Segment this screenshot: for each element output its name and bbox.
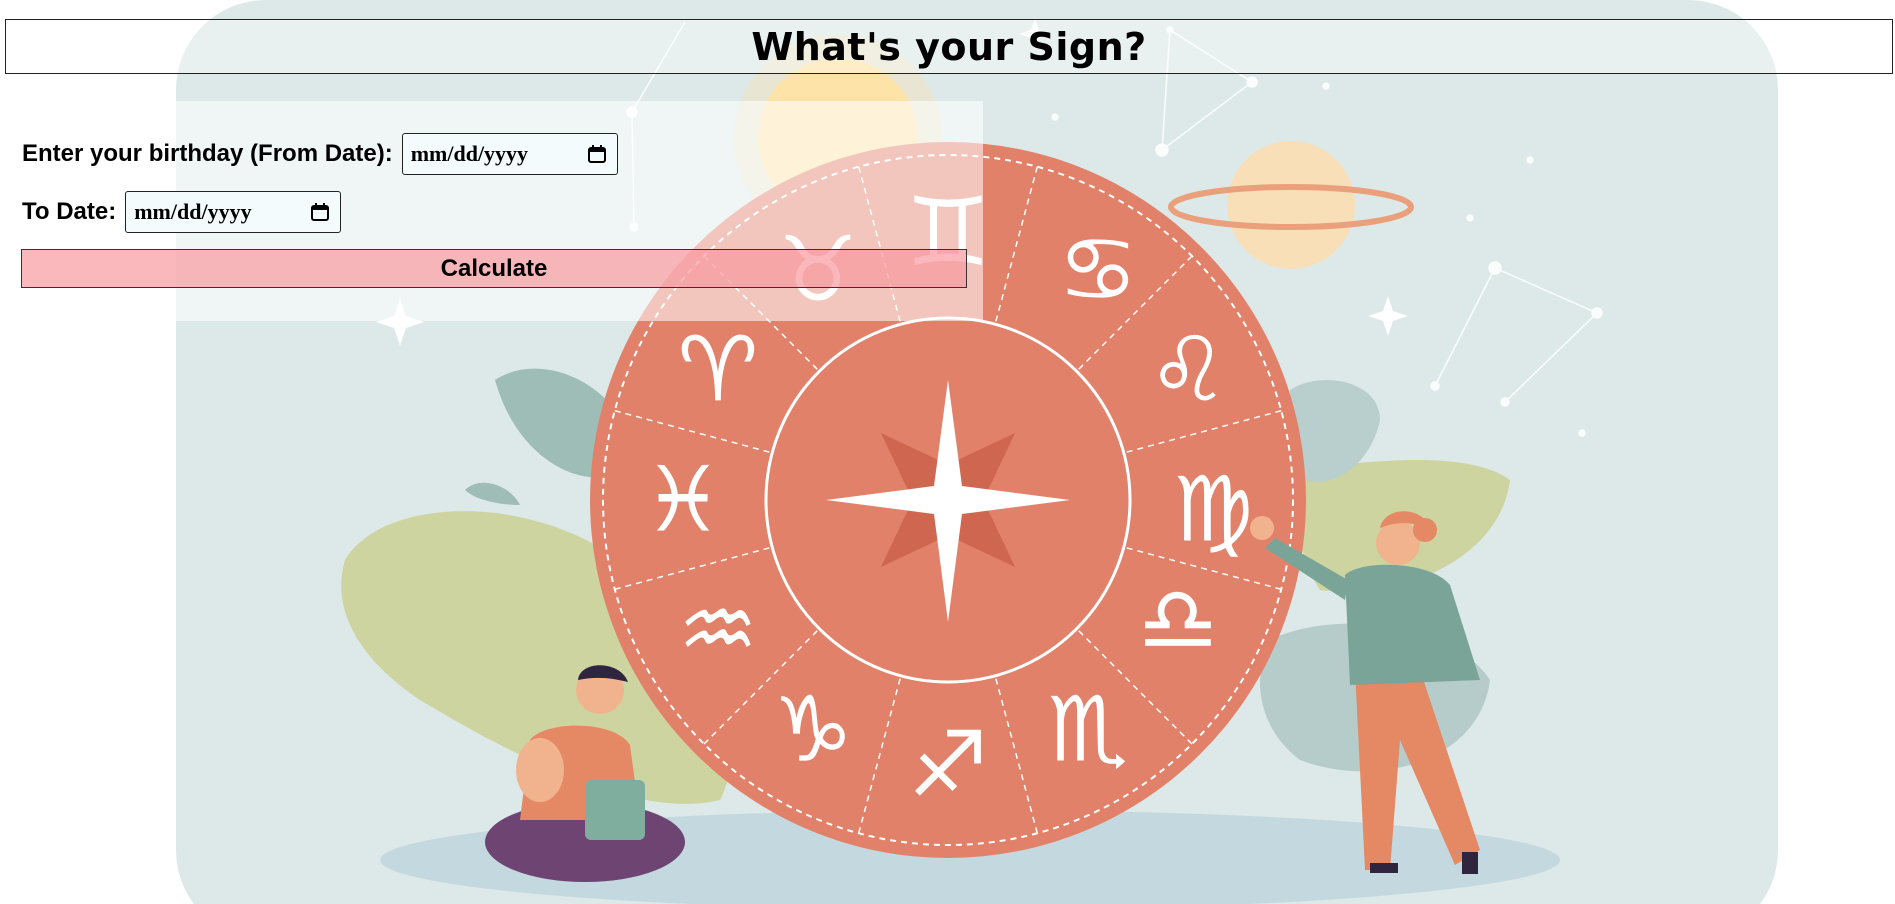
calendar-icon[interactable] bbox=[310, 202, 330, 222]
svg-text:♌: ♌ bbox=[1148, 318, 1229, 423]
page-header: What's your Sign? bbox=[5, 19, 1893, 74]
svg-text:♈: ♈ bbox=[678, 318, 759, 423]
calendar-icon[interactable] bbox=[587, 144, 607, 164]
from-date-label: Enter your birthday (From Date): bbox=[22, 140, 393, 167]
svg-text:♐: ♐ bbox=[908, 713, 989, 818]
svg-text:♓: ♓ bbox=[643, 448, 724, 553]
svg-text:♍: ♍ bbox=[1173, 458, 1254, 563]
svg-text:♑: ♑ bbox=[773, 678, 854, 783]
to-date-input[interactable]: mm/dd/yyyy bbox=[125, 191, 342, 233]
calculate-button[interactable]: Calculate bbox=[21, 249, 967, 288]
svg-text:♎: ♎ bbox=[1138, 568, 1219, 673]
to-date-placeholder: mm/dd/yyyy bbox=[134, 199, 252, 224]
from-date-placeholder: mm/dd/yyyy bbox=[410, 141, 529, 166]
from-date-input[interactable]: mm/dd/yyyy bbox=[401, 133, 618, 175]
from-date-row: Enter your birthday (From Date): mm/dd/y… bbox=[22, 133, 618, 175]
to-date-row: To Date: mm/dd/yyyy bbox=[22, 191, 342, 233]
to-date-label: To Date: bbox=[22, 198, 117, 225]
svg-text:♒: ♒ bbox=[678, 578, 759, 683]
svg-text:♏: ♏ bbox=[1048, 678, 1129, 783]
page-title: What's your Sign? bbox=[751, 24, 1147, 69]
svg-text:♋: ♋ bbox=[1058, 218, 1139, 323]
